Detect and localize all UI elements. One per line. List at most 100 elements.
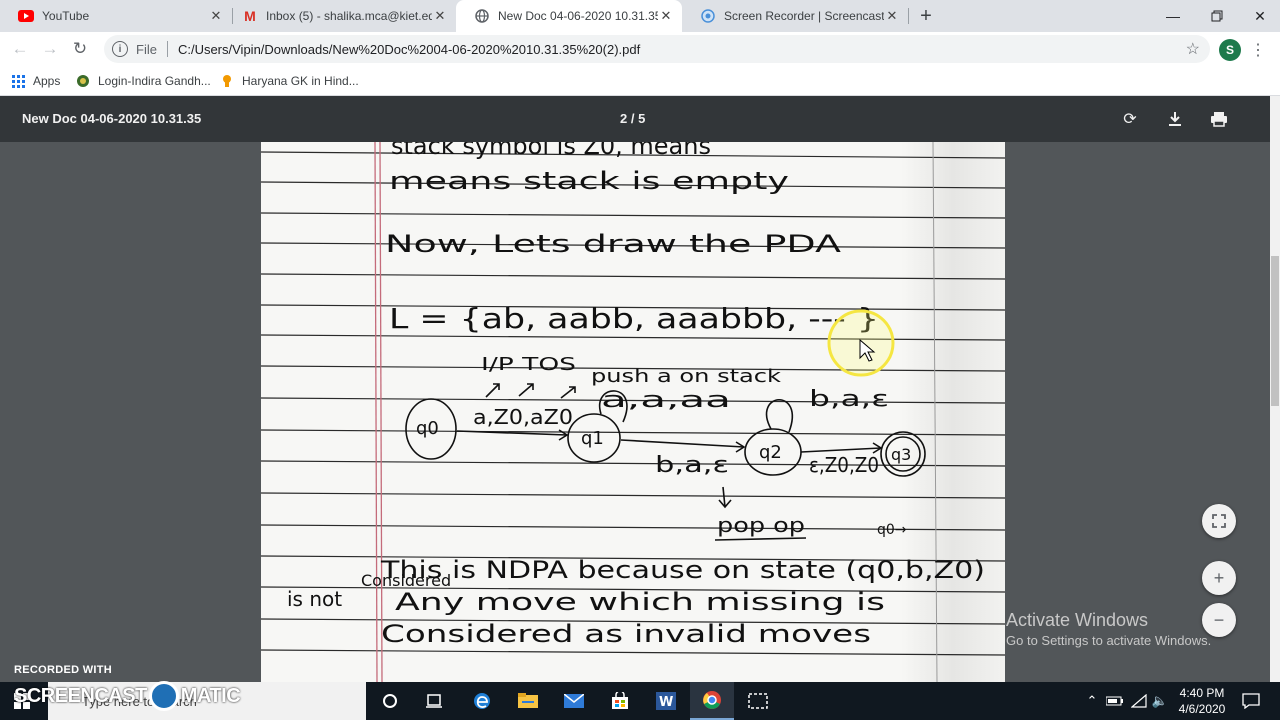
transition-q1-q2: b,a,ε: [655, 453, 729, 478]
notification-icon[interactable]: [1238, 682, 1264, 720]
reload-button[interactable]: ↻: [68, 37, 92, 61]
note-line-7: Any move which missing is: [395, 588, 885, 616]
note-is-not: is not: [287, 587, 342, 611]
tab-pdf[interactable]: New Doc 04-06-2020 10.31.35 ✕: [456, 0, 682, 32]
handwritten-notes: stack symbol is Z0, means means stack is…: [261, 142, 1005, 682]
battery-icon[interactable]: [1104, 682, 1126, 720]
bookmark-star-icon[interactable]: ☆: [1186, 39, 1200, 59]
close-icon[interactable]: ✕: [658, 8, 674, 24]
state-q0: q0: [416, 418, 439, 439]
note-line-3: Now, Lets draw the PDA: [385, 230, 842, 258]
url-scheme: File: [136, 41, 157, 57]
new-tab-button[interactable]: +: [914, 4, 938, 28]
state-q2: q2: [759, 442, 782, 463]
vertical-scrollbar[interactable]: [1270, 96, 1280, 682]
screencast-logo-icon: [148, 681, 179, 711]
volume-icon[interactable]: 🔈: [1150, 682, 1170, 720]
activate-title: Activate Windows: [1006, 610, 1149, 630]
mail-icon[interactable]: [552, 682, 596, 720]
back-button[interactable]: ←: [8, 37, 32, 61]
screencast-icon: [700, 8, 716, 24]
tab-title: New Doc 04-06-2020 10.31.35: [498, 9, 658, 23]
rotate-icon[interactable]: ⟳: [1118, 107, 1142, 131]
note-iptos: I/P TOS: [481, 354, 576, 375]
bookmark-apps[interactable]: Apps: [12, 70, 60, 92]
pdf-viewer[interactable]: stack symbol is Z0, means means stack is…: [0, 142, 1270, 682]
transition-q2-q3: ε,Z0,Z0: [809, 453, 879, 477]
print-icon[interactable]: [1207, 107, 1231, 131]
fit-page-icon[interactable]: [1202, 504, 1236, 538]
address-bar[interactable]: i File C:/Users/Vipin/Downloads/New%20Do…: [104, 35, 1210, 63]
transition-loop-q2: b,a,ε: [809, 387, 889, 412]
tab-title: Inbox (5) - shalika.mca@kiet.edu: [266, 9, 432, 23]
watermark-recorded: RECORDED WITH: [14, 664, 113, 676]
bookmarks-bar: Apps Login-Indira Gandh... Haryana GK in…: [0, 66, 1280, 96]
tab-youtube[interactable]: YouTube ✕: [0, 0, 232, 32]
edge-icon[interactable]: [460, 682, 504, 720]
bookmark-favicon-icon: [76, 74, 90, 88]
clock-date: 4/6/2020: [1178, 702, 1226, 716]
note-push: push a on stack: [591, 366, 782, 387]
watermark-brand-left: SCREENCAST: [14, 684, 147, 707]
pdf-toolbar: New Doc 04-06-2020 10.31.35 2 / 5 ⟳: [0, 96, 1270, 142]
note-q0-arrow: q0→: [877, 522, 907, 538]
minimize-icon[interactable]: —: [1151, 0, 1195, 32]
gmail-icon: M: [244, 8, 256, 24]
download-icon[interactable]: [1163, 107, 1187, 131]
info-icon[interactable]: i: [112, 41, 128, 57]
bookmark-indira[interactable]: Login-Indira Gandh...: [76, 70, 211, 92]
task-view-icon[interactable]: [412, 682, 456, 720]
youtube-icon: [18, 8, 34, 24]
tab-gmail[interactable]: M Inbox (5) - shalika.mca@kiet.edu ✕: [224, 0, 456, 32]
globe-icon: [474, 8, 490, 24]
screencast-logo: SCREENCAST MATIC: [14, 681, 241, 711]
tab-screencast[interactable]: Screen Recorder | Screencast-O-M ✕: [682, 0, 908, 32]
bookmark-haryana[interactable]: Haryana GK in Hind...: [220, 70, 359, 92]
note-pop-op: pop op: [717, 513, 805, 537]
browser-toolbar: ← → ↻ i File C:/Users/Vipin/Downloads/Ne…: [0, 32, 1280, 66]
window-close-icon[interactable]: ✕: [1238, 0, 1280, 32]
scrollbar-thumb[interactable]: [1271, 256, 1279, 406]
tab-strip: YouTube ✕ M Inbox (5) - shalika.mca@kiet…: [0, 0, 1280, 32]
word-icon[interactable]: W: [644, 682, 688, 720]
bookmark-favicon-icon: [220, 74, 234, 88]
tab-title: Screen Recorder | Screencast-O-M: [724, 9, 884, 23]
state-q1: q1: [581, 428, 604, 449]
bookmark-label: Haryana GK in Hind...: [242, 74, 359, 88]
screencast-watermark: RECORDED WITH SCREENCAST MATIC: [14, 664, 241, 711]
zoom-in-button[interactable]: +: [1202, 561, 1236, 595]
network-icon[interactable]: [1128, 682, 1150, 720]
activate-subtitle: Go to Settings to activate Windows.: [1006, 633, 1212, 648]
clock-time: 4:40 PM: [1179, 686, 1225, 700]
forward-button[interactable]: →: [38, 37, 62, 61]
note-line-4: L = {ab, aabb, aaabbb, --- }: [389, 302, 879, 335]
taskbar-clock[interactable]: 4:40 PM 4/6/2020: [1172, 685, 1232, 717]
close-icon[interactable]: ✕: [432, 8, 448, 24]
svg-text:W: W: [659, 695, 673, 710]
note-line-8: Considered as invalid moves: [381, 620, 871, 648]
page-indicator: 2 / 5: [620, 111, 646, 126]
profile-avatar[interactable]: S: [1219, 39, 1241, 61]
close-icon[interactable]: ✕: [208, 8, 224, 24]
apps-grid-icon: [12, 74, 25, 88]
transition-q0-q1: a,Z0,aZ0: [473, 405, 573, 429]
menu-kebab-icon[interactable]: ⋮: [1250, 38, 1266, 62]
file-explorer-icon[interactable]: [506, 682, 550, 720]
bookmark-label: Login-Indira Gandh...: [98, 74, 211, 88]
close-icon[interactable]: ✕: [884, 8, 900, 24]
chrome-icon[interactable]: [690, 682, 734, 720]
activate-windows-watermark: Activate Windows Go to Settings to activ…: [1006, 610, 1211, 648]
tray-chevron-icon[interactable]: ⌃: [1084, 682, 1100, 720]
note-line-6: This is NDPA because on state (q0,b,Z0): [380, 556, 985, 584]
bookmark-label: Apps: [33, 74, 61, 88]
transition-loop-q1: a,a,aa: [601, 388, 731, 413]
store-icon[interactable]: [598, 682, 642, 720]
note-line-1: stack symbol is Z0, means: [391, 142, 711, 160]
cortana-icon[interactable]: [368, 682, 412, 720]
maximize-icon[interactable]: [1195, 0, 1239, 32]
pdf-page: stack symbol is Z0, means means stack is…: [261, 142, 1005, 682]
state-q3: q3: [891, 445, 911, 464]
snipping-tool-icon[interactable]: [736, 682, 780, 720]
watermark-brand-right: MATIC: [180, 684, 241, 707]
url-text[interactable]: C:/Users/Vipin/Downloads/New%20Doc%2004-…: [178, 42, 640, 57]
